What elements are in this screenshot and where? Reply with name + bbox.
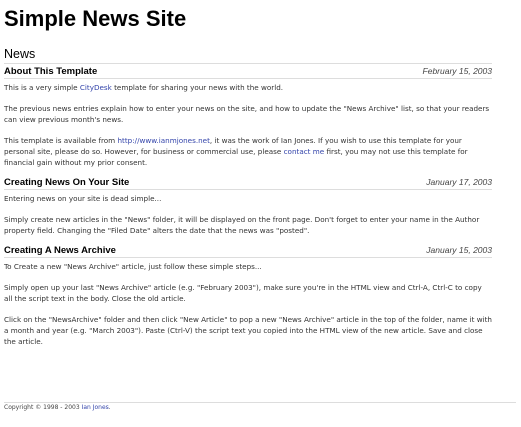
article-about-template: About This Template February 15, 2003 Th… xyxy=(4,65,492,168)
section-heading-news: News xyxy=(4,46,492,64)
article-date: February 15, 2003 xyxy=(422,66,492,76)
article-news-archive: Creating A News Archive January 15, 2003… xyxy=(4,244,492,347)
text: This template is available from xyxy=(4,136,118,145)
article-header: About This Template February 15, 2003 xyxy=(4,65,492,79)
paragraph: To Create a new "News Archive" article, … xyxy=(4,262,262,271)
article-title: Creating News On Your Site xyxy=(4,177,130,188)
paragraph: Simply open up your last "News Archive" … xyxy=(4,283,482,303)
paragraph: The previous news entries explain how to… xyxy=(4,104,490,124)
footer-author-link[interactable]: Ian Jones xyxy=(82,404,109,411)
text: template for sharing your news with the … xyxy=(111,83,284,92)
article-body: This is a very simple CityDesk template … xyxy=(4,82,492,168)
article-creating-news: Creating News On Your Site January 17, 2… xyxy=(4,176,492,236)
text: . xyxy=(108,404,111,411)
paragraph: Click on the "NewsArchive" folder and th… xyxy=(4,315,492,346)
ianmjones-link[interactable]: http://www.ianmjones.net xyxy=(117,136,209,145)
paragraph: This is a very simple CityDesk template … xyxy=(4,82,492,93)
page: Simple News Site News About This Templat… xyxy=(0,0,521,427)
article-title: About This Template xyxy=(4,66,98,77)
article-title: Creating A News Archive xyxy=(4,245,116,256)
article-header: Creating A News Archive January 15, 2003 xyxy=(4,244,492,258)
paragraph: Entering news on your site is dead simpl… xyxy=(4,194,162,203)
citydesk-link[interactable]: CityDesk xyxy=(80,83,112,92)
contact-me-link[interactable]: contact me xyxy=(284,147,325,156)
paragraph: Simply create new articles in the "News"… xyxy=(4,215,480,235)
footer: Copyright © 1998 - 2003 Ian Jones. xyxy=(4,402,516,412)
article-date: January 15, 2003 xyxy=(426,245,492,255)
article-body: Entering news on your site is dead simpl… xyxy=(4,193,492,236)
text: This is a very simple xyxy=(4,83,80,92)
paragraph: This template is available from http://w… xyxy=(4,135,492,168)
article-body: To Create a new "News Archive" article, … xyxy=(4,261,492,347)
article-header: Creating News On Your Site January 17, 2… xyxy=(4,176,492,190)
site-title: Simple News Site xyxy=(4,6,187,31)
article-date: January 17, 2003 xyxy=(426,177,492,187)
copyright-text: Copyright © 1998 - 2003 xyxy=(4,404,82,411)
